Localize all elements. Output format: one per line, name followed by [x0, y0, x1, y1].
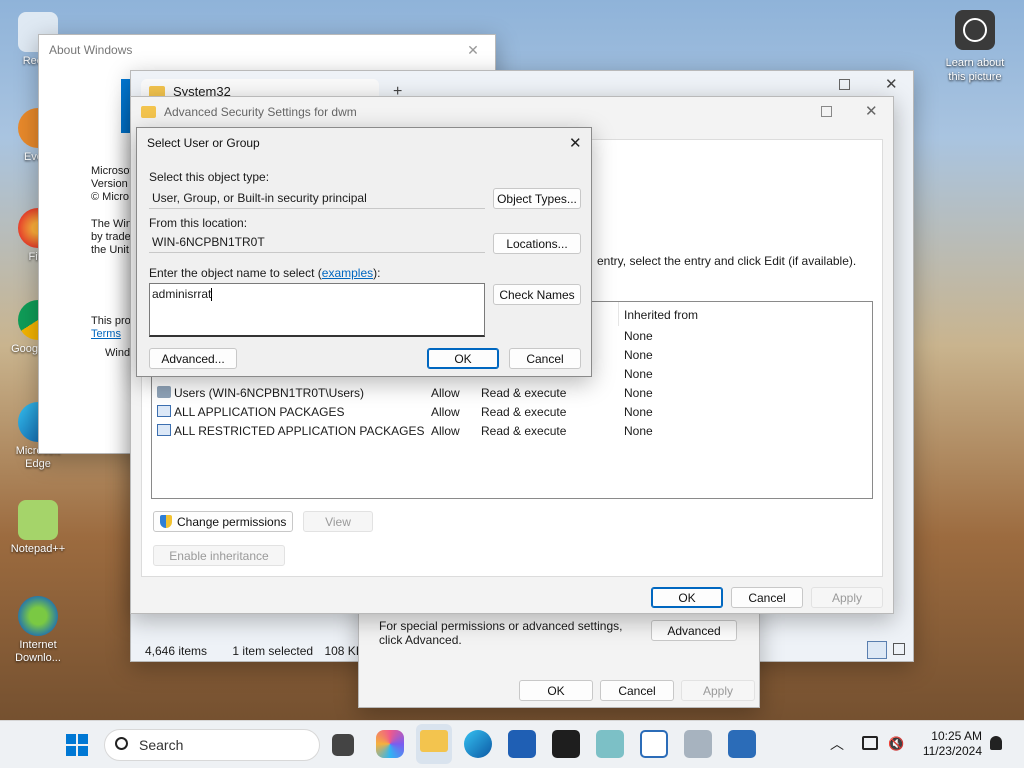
object-type-label: Select this object type: [149, 170, 270, 184]
maximize-icon[interactable] [821, 106, 832, 117]
permission-row[interactable]: ALL APPLICATION PACKAGES Allow Read & ex… [152, 403, 872, 422]
ok-button[interactable]: OK [519, 680, 593, 701]
ok-button[interactable]: OK [651, 587, 723, 608]
close-icon[interactable]: ✕ [885, 75, 898, 93]
advanced-security-titlebar: Advanced Security Settings for dwm [131, 97, 893, 127]
network-share-icon[interactable] [684, 730, 712, 758]
notification-bell-icon[interactable] [990, 736, 1002, 750]
tiles-view-icon[interactable] [893, 643, 905, 655]
permission-row[interactable]: Users (WIN-6NCPBN1TR0T\Users) Allow Read… [152, 384, 872, 403]
learn-about-picture[interactable]: Learn about this picture [938, 10, 1012, 84]
notepadpp-icon [18, 500, 58, 540]
taskbar-search-box[interactable]: Search [104, 729, 320, 761]
enter-name-label: Enter the object name to select (example… [149, 266, 381, 280]
notepad-icon[interactable] [596, 730, 624, 758]
apply-button[interactable]: Apply [811, 587, 883, 608]
permission-hint: entry, select the entry and click Edit (… [597, 254, 857, 268]
network-icon[interactable] [862, 736, 878, 750]
explorer-status-bar: 4,646 items 1 item selected 108 KB [145, 644, 364, 658]
edge-icon[interactable] [464, 730, 492, 758]
cancel-button[interactable]: Cancel [509, 348, 581, 369]
app-package-icon [157, 424, 171, 436]
location-field: WIN-6NCPBN1TR0T [149, 233, 485, 253]
location-label: From this location: [149, 216, 248, 230]
advanced-button[interactable]: Advanced [651, 620, 737, 641]
file-explorer-icon[interactable] [416, 724, 452, 764]
column-header-inherited[interactable]: Inherited from [624, 308, 698, 322]
desktop-icon-notepadpp[interactable]: Notepad++ [6, 500, 70, 556]
object-type-field: User, Group, or Built-in security princi… [149, 189, 485, 209]
desktop-icon-idm[interactable]: Internet Downlo... [6, 596, 70, 665]
details-view-icon[interactable] [867, 641, 887, 659]
cancel-button[interactable]: Cancel [600, 680, 674, 701]
maximize-icon[interactable] [839, 79, 850, 90]
special-permissions-text: For special permissions or advanced sett… [379, 619, 623, 647]
close-icon[interactable]: ✕ [451, 35, 495, 65]
object-types-button[interactable]: Object Types... [493, 188, 581, 209]
terminal-icon[interactable] [552, 730, 580, 758]
object-name-input[interactable]: adminisrrat [149, 283, 485, 337]
close-icon[interactable]: ✕ [569, 134, 582, 152]
store-icon[interactable] [508, 730, 536, 758]
close-icon[interactable]: ✕ [865, 102, 878, 120]
permission-row[interactable]: ALL RESTRICTED APPLICATION PACKAGES Allo… [152, 422, 872, 441]
enable-inheritance-button[interactable]: Enable inheritance [153, 545, 285, 566]
folder-icon [141, 106, 156, 118]
dialog-app-icon[interactable] [640, 730, 668, 758]
select-user-dialog[interactable]: Select User or Group ✕ Select this objec… [136, 127, 592, 377]
camera-info-icon [955, 10, 995, 50]
resource-monitor-icon[interactable] [728, 730, 756, 758]
search-icon [115, 737, 128, 750]
apply-button[interactable]: Apply [681, 680, 755, 701]
copilot-icon[interactable] [376, 730, 404, 758]
chevron-up-icon[interactable]: ︿ [830, 734, 844, 754]
ok-button[interactable]: OK [427, 348, 499, 369]
examples-link[interactable]: examples [322, 266, 373, 280]
about-windows-titlebar: About Windows [49, 43, 133, 57]
view-button[interactable]: View [303, 511, 373, 532]
internet-download-manager-icon [18, 596, 58, 636]
volume-muted-icon[interactable]: 🔇 [888, 736, 904, 752]
clock[interactable]: 10:25 AM 11/23/2024 [912, 729, 982, 759]
advanced-button[interactable]: Advanced... [149, 348, 237, 369]
app-package-icon [157, 405, 171, 417]
change-permissions-button[interactable]: Change permissions [153, 511, 293, 532]
start-button[interactable] [66, 734, 88, 756]
text-cursor [211, 288, 213, 302]
locations-button[interactable]: Locations... [493, 233, 581, 254]
uac-shield-icon [160, 515, 172, 528]
task-view-icon[interactable] [332, 734, 354, 756]
check-names-button[interactable]: Check Names [493, 284, 581, 305]
users-group-icon [157, 386, 171, 398]
select-user-titlebar: Select User or Group [147, 136, 260, 150]
cancel-button[interactable]: Cancel [731, 587, 803, 608]
